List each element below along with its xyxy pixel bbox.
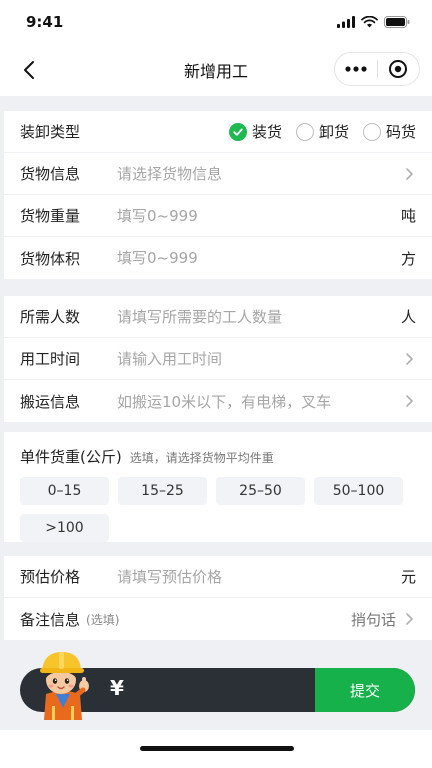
- radio-load[interactable]: 装货: [228, 121, 282, 142]
- weight-chip[interactable]: 15–25: [118, 477, 207, 505]
- goods-volume-row: 货物体积 方: [4, 237, 432, 279]
- close-mini-program-button[interactable]: [378, 53, 420, 85]
- goods-weight-label: 货物重量: [20, 207, 81, 225]
- people-input[interactable]: [117, 307, 396, 326]
- chevron-right-icon: [406, 167, 414, 180]
- unit-weight-label: 单件货重(公斤): [20, 448, 122, 466]
- transport-label: 搬运信息: [20, 392, 81, 411]
- unit-weight-section: 单件货重(公斤) 选填，请选择货物平均件重 0–15 15–25 25–50 5…: [4, 432, 432, 542]
- radio-stack-label: 码货: [385, 123, 416, 141]
- currency-symbol: ¥: [110, 676, 124, 700]
- signal-icon: [337, 16, 355, 28]
- price-label: 预估价格: [20, 568, 81, 586]
- mini-program-capsule: [334, 52, 420, 86]
- goods-volume-input[interactable]: [117, 249, 396, 267]
- nav-bar: 新增用工: [0, 44, 432, 96]
- weight-chip[interactable]: >100: [20, 514, 109, 542]
- unit-weight-header: 单件货重(公斤) 选填，请选择货物平均件重: [4, 432, 432, 473]
- wifi-icon: [361, 16, 378, 28]
- work-section: 所需人数 人 用工时间 请输入用工时间 搬运信息 如搬运10米以下，有电梯，叉车: [4, 296, 432, 422]
- unit-weight-options: 0–15 15–25 25–50 50–100 >100: [4, 473, 432, 556]
- unchecked-circle-icon: [362, 122, 381, 141]
- back-arrow-icon[interactable]: [18, 58, 42, 82]
- goods-section: 装卸类型 装货 卸货 码货 货物信息 请选择货物信息 货物重量 吨: [4, 111, 432, 279]
- people-label: 所需人数: [20, 308, 81, 326]
- goods-info-select[interactable]: 请选择货物信息: [117, 163, 402, 184]
- remark-optional: (选填): [86, 612, 120, 627]
- radio-stack[interactable]: 码货: [362, 121, 416, 142]
- transport-select[interactable]: 如搬运10米以下，有电梯，叉车: [117, 391, 402, 412]
- weight-chip[interactable]: 25–50: [216, 477, 305, 505]
- radio-unload[interactable]: 卸货: [295, 121, 349, 142]
- weight-chip[interactable]: 0–15: [20, 477, 109, 505]
- transport-row[interactable]: 搬运信息 如搬运10米以下，有电梯，叉车: [4, 380, 432, 422]
- weight-chip[interactable]: 50–100: [314, 477, 403, 505]
- radio-load-label: 装货: [251, 123, 282, 141]
- remark-row[interactable]: 备注信息 (选填) 捎句话: [4, 598, 432, 640]
- chevron-right-icon: [406, 395, 414, 407]
- worker-mascot-icon: [40, 652, 89, 720]
- unit-weight-hint: 选填，请选择货物平均件重: [129, 451, 274, 465]
- goods-weight-row: 货物重量 吨: [4, 195, 432, 237]
- price-row: 预估价格 元: [4, 556, 432, 598]
- load-type-label: 装卸类型: [20, 123, 81, 141]
- more-dots-icon: [345, 66, 367, 72]
- unchecked-circle-icon: [295, 122, 314, 141]
- people-row: 所需人数 人: [4, 296, 432, 338]
- price-input[interactable]: [117, 567, 396, 586]
- status-bar: 9:41: [0, 0, 432, 44]
- status-time: 9:41: [26, 13, 64, 31]
- goods-volume-label: 货物体积: [20, 249, 81, 268]
- remark-action-label: 捎句话: [350, 610, 396, 629]
- remark-action[interactable]: 捎句话: [351, 609, 416, 630]
- chevron-right-icon: [406, 613, 414, 625]
- radio-unload-label: 卸货: [318, 123, 349, 141]
- more-button[interactable]: [335, 53, 377, 85]
- status-icons: [337, 16, 410, 28]
- load-type-row: 装卸类型 装货 卸货 码货: [4, 111, 432, 153]
- price-unit: 元: [400, 568, 416, 586]
- page-title: 新增用工: [183, 62, 248, 81]
- work-time-row[interactable]: 用工时间 请输入用工时间: [4, 338, 432, 380]
- goods-info-label: 货物信息: [20, 165, 81, 183]
- price-section: 预估价格 元 备注信息 (选填) 捎句话: [4, 556, 432, 640]
- goods-info-row[interactable]: 货物信息 请选择货物信息: [4, 153, 432, 195]
- home-indicator: [140, 746, 294, 751]
- load-type-radio-group: 装货 卸货 码货: [228, 121, 416, 142]
- goods-volume-unit: 方: [400, 249, 416, 268]
- work-time-select[interactable]: 请输入用工时间: [117, 348, 402, 369]
- work-time-label: 用工时间: [20, 350, 81, 368]
- submit-button[interactable]: 提交: [315, 668, 415, 712]
- remark-label: 备注信息: [20, 610, 81, 629]
- battery-icon: [384, 16, 410, 28]
- people-unit: 人: [400, 308, 416, 326]
- goods-weight-input[interactable]: [117, 206, 396, 225]
- goods-weight-unit: 吨: [400, 207, 416, 225]
- chevron-right-icon: [406, 352, 414, 365]
- target-close-icon: [389, 60, 408, 78]
- checked-circle-icon: [228, 122, 247, 141]
